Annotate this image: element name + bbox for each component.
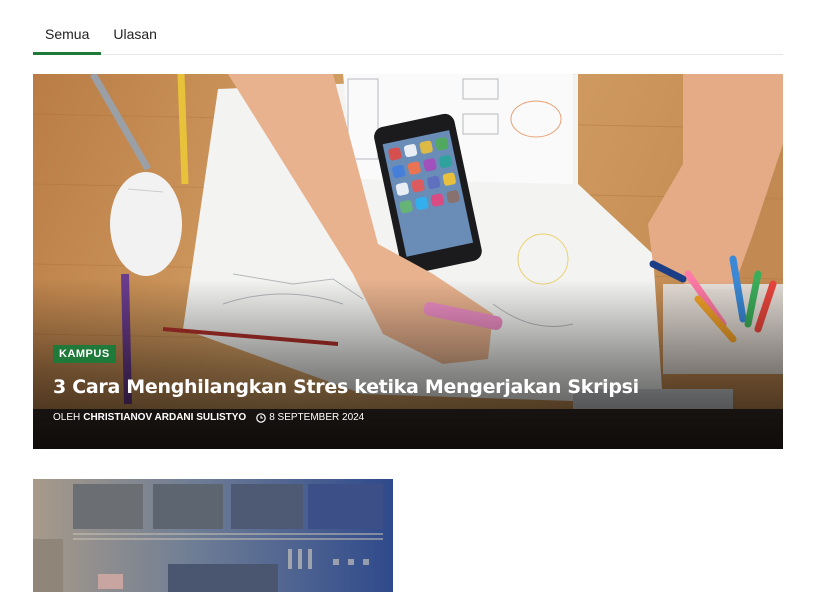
article-date: 8 SEPTEMBER 2024	[256, 412, 364, 423]
date-text: 8 SEPTEMBER 2024	[269, 412, 365, 423]
image-shade	[33, 279, 783, 449]
article-title[interactable]: 3 Cara Menghilangkan Stres ketika Menger…	[53, 376, 639, 398]
author-link[interactable]: CHRISTIANOV ARDANI SULISTYO	[83, 412, 246, 423]
byline-prefix: OLEH	[53, 412, 81, 423]
featured-article-card[interactable]: KAMPUS 3 Cara Menghilangkan Stres ketika…	[33, 74, 783, 449]
tab-ulasan[interactable]: Ulasan	[101, 18, 169, 52]
article-meta: OLEH CHRISTIANOV ARDANI SULISTYO 8 SEPTE…	[53, 412, 364, 423]
circuit-board-image	[33, 479, 393, 592]
clock-icon	[256, 412, 267, 423]
category-badge[interactable]: KAMPUS	[53, 345, 116, 363]
article-thumbnail[interactable]	[33, 479, 393, 592]
tab-semua[interactable]: Semua	[33, 18, 102, 55]
category-tabs: Semua Ulasan	[33, 18, 783, 55]
